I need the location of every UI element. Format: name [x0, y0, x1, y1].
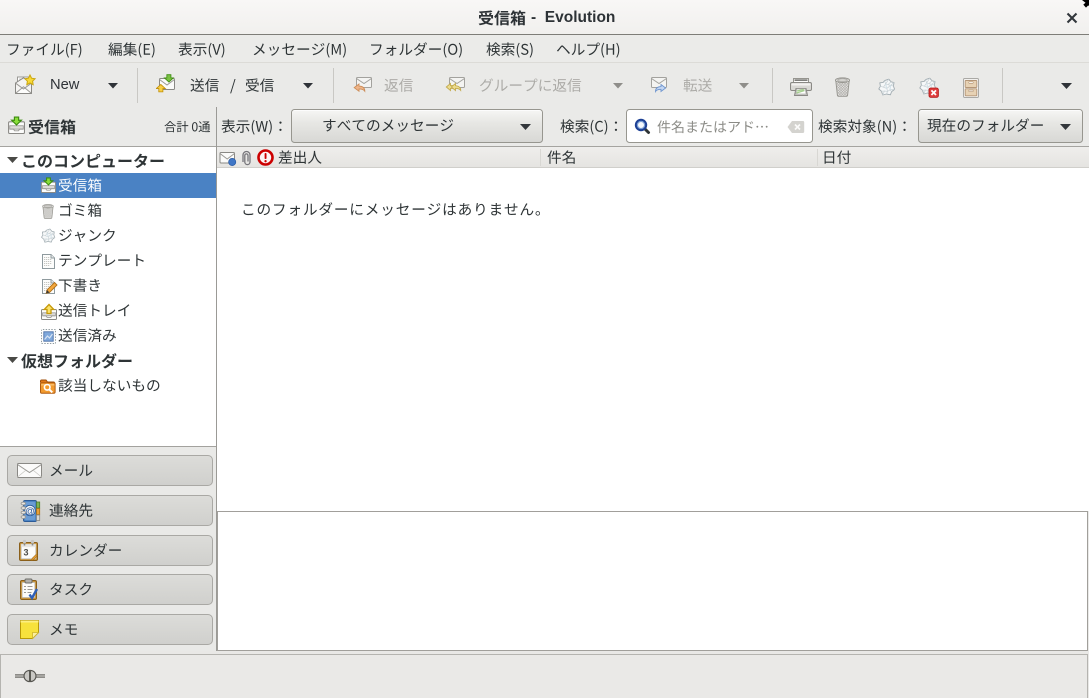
svg-text:3: 3	[23, 547, 28, 557]
svg-text:@: @	[25, 506, 35, 517]
